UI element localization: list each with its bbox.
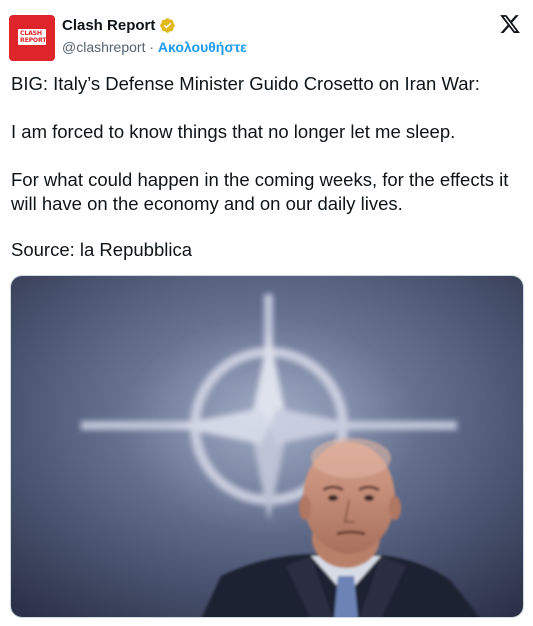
clash-report-logo: CLASH REPORT [18,29,47,45]
handle-row: @clashreport · Ακολουθήστε [62,39,247,55]
tweet-header: CLASH REPORT Clash Report @clashreport ·… [9,9,523,61]
photo-image [11,276,523,617]
x-logo-icon[interactable] [499,13,521,35]
tweet-paragraph: Source: la Repubblica [11,239,192,260]
name-row: Clash Report [62,15,176,35]
separator: · [145,39,158,55]
verified-badge-icon [160,17,176,33]
tweet-paragraph: BIG: Italy’s Defense Minister Guido Cros… [11,73,480,94]
avatar[interactable]: CLASH REPORT [9,15,55,61]
follow-button[interactable]: Ακολουθήστε [158,39,247,55]
tweet-paragraph: For what could happen in the coming week… [11,169,509,214]
handle[interactable]: @clashreport [62,39,145,55]
tweet-paragraph: I am forced to know things that no longe… [11,121,456,142]
display-name[interactable]: Clash Report [62,17,155,34]
tweet-photo[interactable] [10,275,524,618]
